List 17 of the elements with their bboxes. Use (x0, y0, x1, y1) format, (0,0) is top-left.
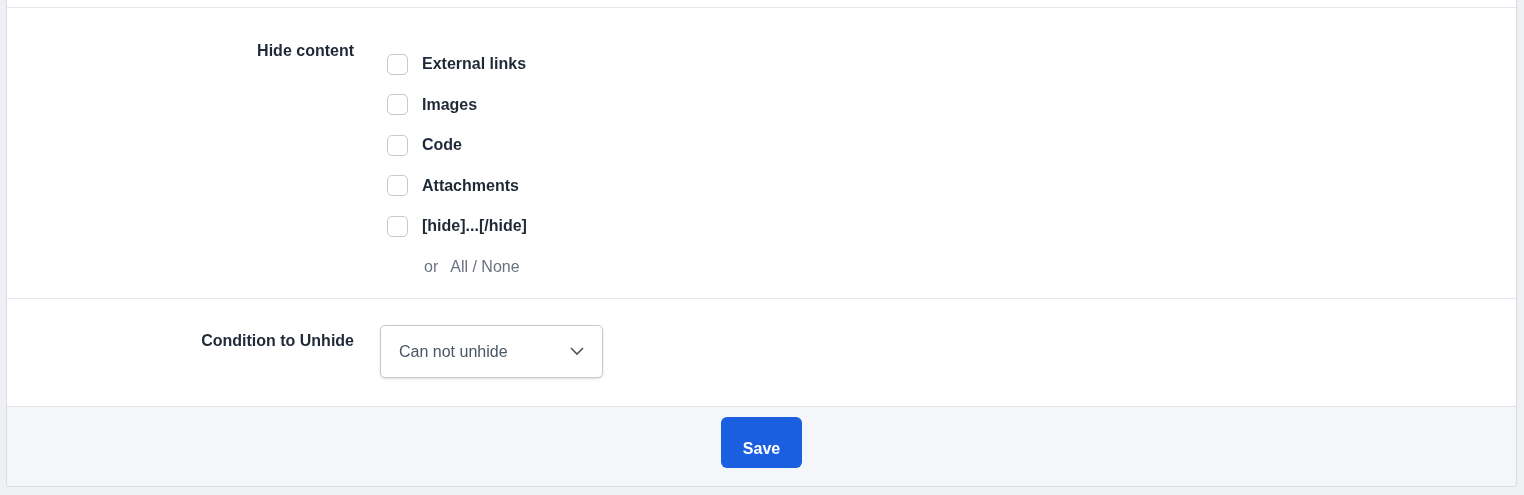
condition-select[interactable]: Can not unhide (380, 325, 603, 378)
checkbox-label: Images (422, 94, 478, 115)
chevron-down-icon (570, 347, 584, 356)
checkbox[interactable] (387, 53, 408, 75)
checkbox[interactable] (387, 175, 408, 197)
all-none-link[interactable]: All / None (450, 254, 520, 279)
checkbox[interactable] (387, 94, 408, 116)
checkbox[interactable] (387, 215, 408, 237)
field-label: Hide content (257, 42, 354, 59)
field-label: Condition to Unhide (201, 332, 354, 349)
checkbox-label: Code (422, 135, 462, 156)
checkbox-label: [hide]...[/hide] (422, 216, 527, 237)
checkbox-label: Attachments (422, 175, 519, 196)
checkbox-label: External links (422, 54, 527, 75)
save-button[interactable]: Save (721, 417, 802, 468)
checkbox[interactable] (387, 134, 408, 156)
or-text: or (424, 256, 439, 277)
